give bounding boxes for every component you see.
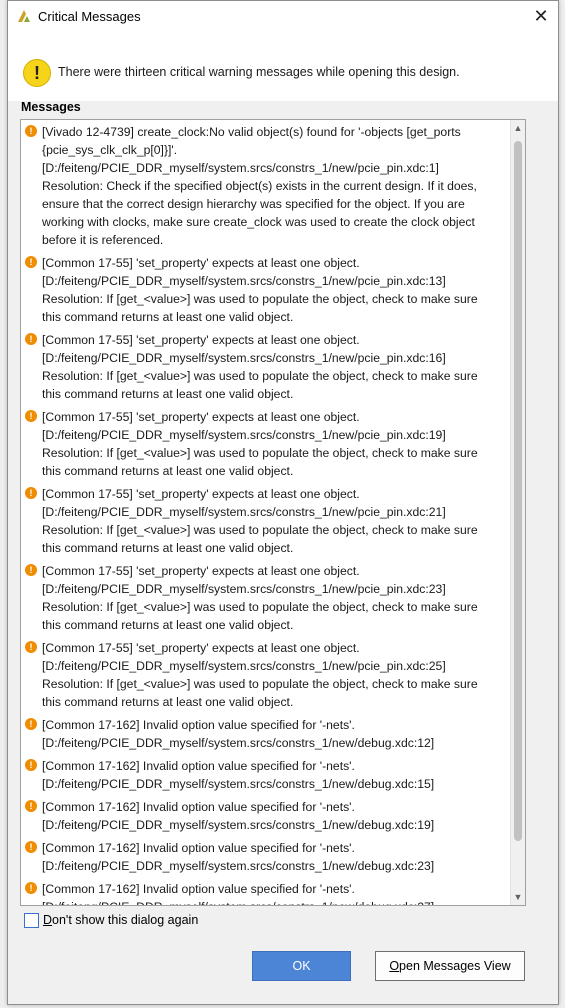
message-line: [Common 17-55] 'set_property' expects at…	[42, 410, 360, 424]
message-line: before it is referenced.	[42, 233, 164, 247]
messages-label: Messages	[21, 100, 81, 114]
critical-warning-icon: !	[25, 882, 37, 894]
critical-warning-icon: !	[25, 759, 37, 771]
message-line: this command returns at least one valid …	[42, 387, 294, 401]
close-button[interactable]: ✕	[530, 5, 552, 27]
message-line: this command returns at least one valid …	[42, 464, 294, 478]
critical-warning-icon: !	[25, 125, 37, 137]
dont-show-label[interactable]: Don't show this dialog again	[43, 913, 198, 927]
dialog-title: Critical Messages	[38, 9, 141, 24]
message-item[interactable]: ! [Common 17-55] 'set_property' expects a…	[21, 482, 511, 557]
message-line: [D:/feiteng/PCIE_DDR_myself/system.srcs/…	[42, 659, 446, 673]
message-line: Resolution: If [get_<value>] was used to…	[42, 600, 478, 614]
header-message: There were thirteen critical warning mes…	[58, 65, 460, 79]
message-item[interactable]: ! [Common 17-162] Invalid option value sp…	[21, 754, 511, 793]
critical-warning-icon: !	[25, 333, 37, 345]
message-line: working with clocks, make sure create_cl…	[42, 215, 475, 229]
message-line: [Common 17-162] Invalid option value spe…	[42, 882, 355, 896]
messages-list: ! [Vivado 12-4739] create_clock:No valid …	[21, 120, 511, 905]
messages-list-box[interactable]: ! [Vivado 12-4739] create_clock:No valid …	[20, 119, 526, 906]
message-item[interactable]: ! [Common 17-162] Invalid option value sp…	[21, 877, 511, 905]
message-line: [D:/feiteng/PCIE_DDR_myself/system.srcs/…	[42, 161, 439, 175]
message-line: [D:/feiteng/PCIE_DDR_myself/system.srcs/…	[42, 898, 507, 905]
close-icon: ✕	[533, 6, 549, 26]
message-line: [Common 17-162] Invalid option value spe…	[42, 718, 355, 732]
message-line: Resolution: If [get_<value>] was used to…	[42, 369, 478, 383]
critical-warning-icon: !	[25, 256, 37, 268]
warning-icon: !	[23, 59, 51, 87]
critical-warning-icon: !	[25, 718, 37, 730]
scrollbar-thumb[interactable]	[514, 141, 522, 841]
message-line: [Common 17-55] 'set_property' expects at…	[42, 256, 360, 270]
message-line: [D:/feiteng/PCIE_DDR_myself/system.srcs/…	[42, 428, 446, 442]
message-item[interactable]: ! [Common 17-55] 'set_property' expects a…	[21, 636, 511, 711]
message-line: [D:/feiteng/PCIE_DDR_myself/system.srcs/…	[42, 582, 446, 596]
message-item[interactable]: ! [Common 17-55] 'set_property' expects a…	[21, 328, 511, 403]
message-line: Resolution: If [get_<value>] was used to…	[42, 292, 478, 306]
message-line: [Common 17-162] Invalid option value spe…	[42, 759, 355, 773]
vertical-scrollbar[interactable]: ▲ ▼	[510, 120, 525, 905]
message-line: ensure that the correct design hierarchy…	[42, 197, 465, 211]
open-messages-view-button[interactable]: Open Messages View	[375, 951, 525, 981]
message-item[interactable]: ! [Common 17-55] 'set_property' expects a…	[21, 251, 511, 326]
message-item[interactable]: ! [Vivado 12-4739] create_clock:No valid …	[21, 120, 511, 249]
scroll-up-icon[interactable]: ▲	[511, 120, 525, 136]
message-line: Resolution: If [get_<value>] was used to…	[42, 446, 478, 460]
message-item[interactable]: ! [Common 17-55] 'set_property' expects a…	[21, 559, 511, 634]
scroll-down-icon[interactable]: ▼	[511, 889, 525, 905]
message-line: [Common 17-55] 'set_property' expects at…	[42, 333, 360, 347]
message-line: [D:/feiteng/PCIE_DDR_myself/system.srcs/…	[42, 777, 435, 791]
message-line: Resolution: Check if the specified objec…	[42, 179, 477, 193]
message-line: [Common 17-55] 'set_property' expects at…	[42, 487, 360, 501]
message-line: {pcie_sys_clk_clk_p[0]}]'.	[42, 143, 178, 157]
message-line: [D:/feiteng/PCIE_DDR_myself/system.srcs/…	[42, 274, 446, 288]
message-line: this command returns at least one valid …	[42, 541, 294, 555]
message-line: this command returns at least one valid …	[42, 695, 294, 709]
message-line: [D:/feiteng/PCIE_DDR_myself/system.srcs/…	[42, 818, 435, 832]
dont-show-checkbox[interactable]	[24, 913, 39, 928]
message-line: this command returns at least one valid …	[42, 310, 294, 324]
message-line: Resolution: If [get_<value>] was used to…	[42, 523, 478, 537]
message-item[interactable]: ! [Common 17-162] Invalid option value sp…	[21, 795, 511, 834]
message-line: [Common 17-162] Invalid option value spe…	[42, 800, 355, 814]
message-line: [Common 17-55] 'set_property' expects at…	[42, 564, 360, 578]
message-line: [D:/feiteng/PCIE_DDR_myself/system.srcs/…	[42, 505, 446, 519]
message-line: [D:/feiteng/PCIE_DDR_myself/system.srcs/…	[42, 351, 446, 365]
message-line: [D:/feiteng/PCIE_DDR_myself/system.srcs/…	[42, 859, 435, 873]
critical-warning-icon: !	[25, 410, 37, 422]
critical-warning-icon: !	[25, 641, 37, 653]
message-line: [Common 17-55] 'set_property' expects at…	[42, 641, 360, 655]
critical-warning-icon: !	[25, 564, 37, 576]
message-item[interactable]: ! [Common 17-162] Invalid option value sp…	[21, 836, 511, 875]
critical-warning-icon: !	[25, 841, 37, 853]
message-item[interactable]: ! [Common 17-55] 'set_property' expects a…	[21, 405, 511, 480]
critical-warning-icon: !	[25, 800, 37, 812]
title-bar[interactable]: Critical Messages ✕	[8, 1, 558, 31]
ok-button[interactable]: OK	[252, 951, 351, 981]
message-line: [Common 17-162] Invalid option value spe…	[42, 841, 355, 855]
message-line: Resolution: If [get_<value>] was used to…	[42, 677, 478, 691]
vivado-app-icon	[18, 10, 30, 22]
message-line: this command returns at least one valid …	[42, 618, 294, 632]
critical-warning-icon: !	[25, 487, 37, 499]
message-line: [Vivado 12-4739] create_clock:No valid o…	[42, 125, 461, 139]
message-item[interactable]: ! [Common 17-162] Invalid option value sp…	[21, 713, 511, 752]
message-line: [D:/feiteng/PCIE_DDR_myself/system.srcs/…	[42, 736, 435, 750]
